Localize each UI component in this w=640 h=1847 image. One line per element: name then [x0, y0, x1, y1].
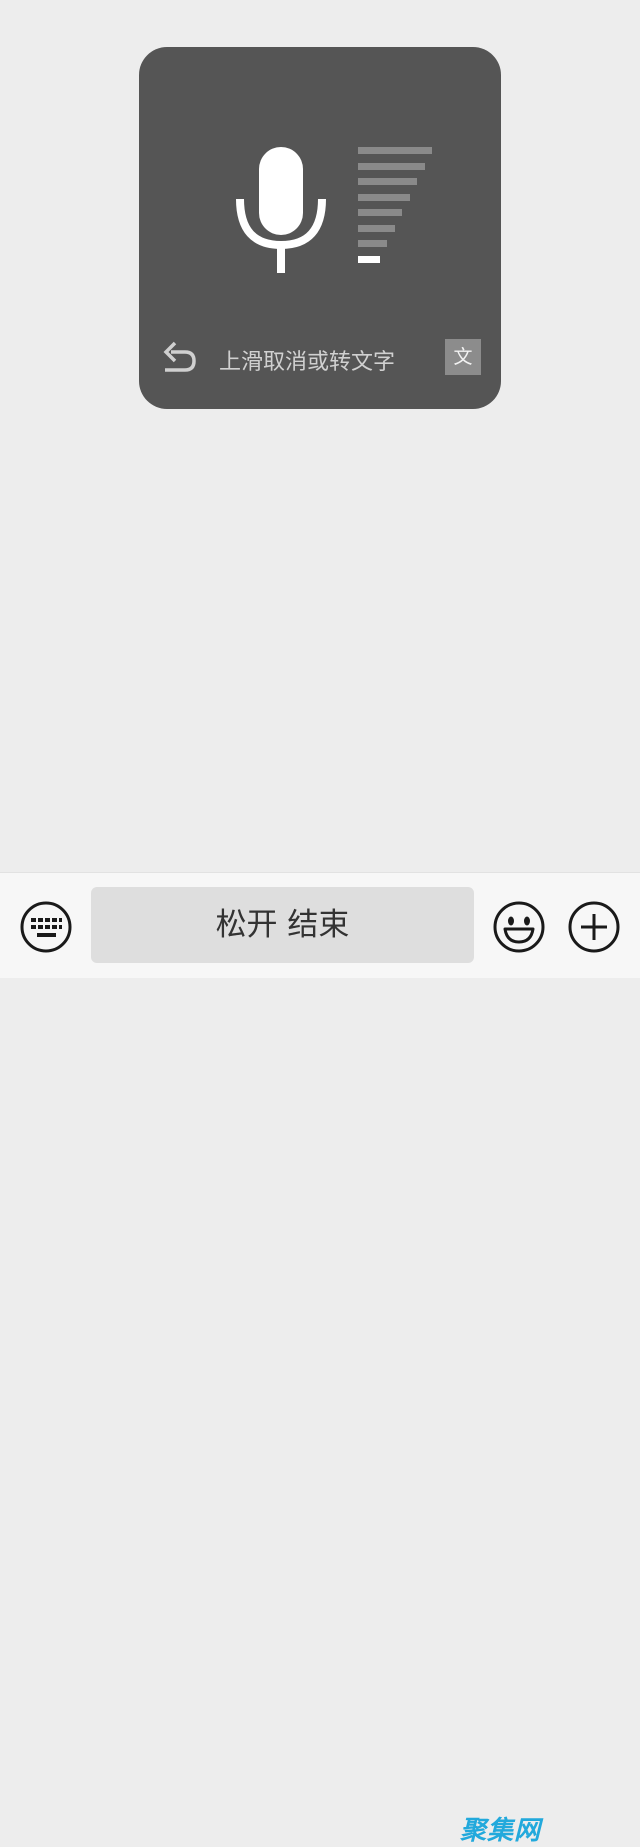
- volume-level-bar: [358, 162, 425, 170]
- volume-level-bar: [358, 255, 380, 263]
- voice-recording-overlay: 上滑取消或转文字 文: [139, 47, 501, 409]
- microphone-icon: [236, 147, 326, 273]
- volume-level-bar: [358, 193, 410, 201]
- volume-level-indicator: [358, 147, 438, 273]
- slide-up-cancel-hint: 上滑取消或转文字: [219, 350, 396, 375]
- convert-to-text-button[interactable]: 文: [445, 339, 481, 375]
- hold-to-talk-button[interactable]: 松开 结束: [91, 887, 474, 963]
- undo-arrow-icon: [163, 341, 196, 372]
- smiley-icon[interactable]: [492, 900, 546, 954]
- volume-level-bar: [358, 240, 388, 247]
- volume-level-bar: [358, 209, 403, 216]
- cancel-hint-row: 上滑取消或转文字 文: [139, 337, 501, 377]
- volume-level-bar: [358, 224, 395, 232]
- chat-input-toolbar: 松开 结束 聚集网: [0, 872, 640, 1846]
- watermark-logo: 聚集网: [460, 1816, 542, 1846]
- volume-level-bar: [358, 178, 418, 185]
- plus-circle-icon[interactable]: [567, 900, 621, 954]
- keyboard-icon[interactable]: [19, 900, 73, 954]
- volume-level-bar: [358, 147, 432, 154]
